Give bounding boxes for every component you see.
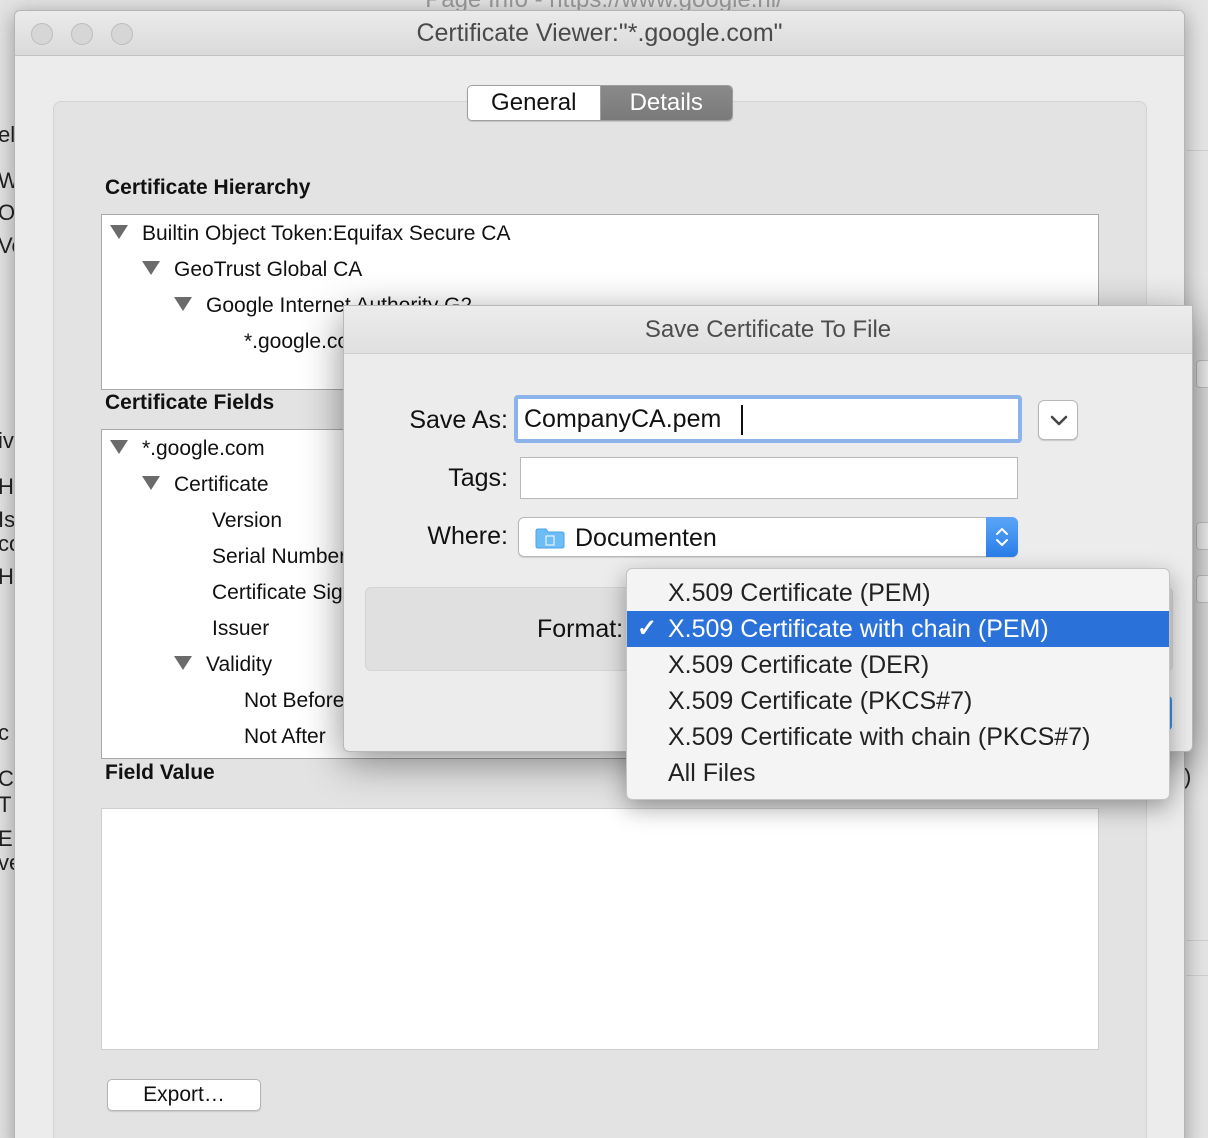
menu-item-all-files[interactable]: All Files xyxy=(627,755,1169,791)
background-text-fragment: ) xyxy=(1184,764,1192,789)
folder-icon xyxy=(535,528,565,549)
tags-input[interactable] xyxy=(520,457,1018,499)
background-text-fragment: O xyxy=(0,200,16,225)
dialog-title-bar: Save Certificate To File xyxy=(344,306,1192,354)
menu-item-pem[interactable]: X.509 Certificate (PEM) xyxy=(627,575,1169,611)
disclosure-triangle-icon[interactable] xyxy=(142,476,160,491)
up-down-arrows-icon xyxy=(996,528,1008,546)
menu-item-pkcs7[interactable]: X.509 Certificate (PKCS#7) xyxy=(627,683,1169,719)
background-divider xyxy=(1186,940,1208,941)
expand-dialog-button[interactable] xyxy=(1038,400,1078,440)
tab-details[interactable]: Details xyxy=(600,86,732,120)
tree-row[interactable]: Issuer xyxy=(212,614,269,644)
tree-row[interactable]: Not Before xyxy=(244,686,344,716)
disclosure-triangle-icon[interactable] xyxy=(110,440,128,455)
field-value-textarea[interactable] xyxy=(101,808,1099,1050)
disclosure-triangle-icon[interactable] xyxy=(142,261,160,276)
window-title: Certificate Viewer:"*.google.com" xyxy=(416,19,783,47)
field-value-label: Field Value xyxy=(105,761,215,784)
where-value: Documenten xyxy=(575,524,717,552)
menu-item-pkcs7-chain[interactable]: X.509 Certificate with chain (PKCS#7) xyxy=(627,719,1169,755)
save-as-input[interactable] xyxy=(514,395,1022,443)
background-text-fragment: Is xyxy=(0,507,16,532)
background-text-fragment: c xyxy=(0,720,9,745)
background-text-fragment: iv xyxy=(0,428,14,453)
menu-item-pem-chain[interactable]: ✓ X.509 Certificate with chain (PEM) xyxy=(627,611,1169,647)
background-field xyxy=(1196,575,1208,603)
tree-row[interactable]: Builtin Object Token:Equifax Secure CA xyxy=(110,219,510,249)
checkmark-icon: ✓ xyxy=(637,615,658,642)
popup-stepper xyxy=(986,517,1018,557)
tree-row[interactable]: Certificate xyxy=(142,470,269,500)
certificate-fields-label: Certificate Fields xyxy=(105,391,275,414)
dialog-title: Save Certificate To File xyxy=(644,316,892,343)
tab-bar: General Details xyxy=(467,85,733,121)
certificate-hierarchy-label: Certificate Hierarchy xyxy=(105,176,311,199)
title-bar: Certificate Viewer:"*.google.com" xyxy=(15,11,1184,56)
save-as-label: Save As: xyxy=(409,406,508,434)
background-text-fragment: T xyxy=(0,792,12,817)
format-dropdown-menu: X.509 Certificate (PEM) ✓ X.509 Certifica… xyxy=(626,568,1170,800)
export-button[interactable]: Export… xyxy=(107,1079,261,1111)
chevron-down-icon xyxy=(1050,415,1068,426)
tree-row[interactable]: GeoTrust Global CA xyxy=(142,255,362,285)
disclosure-triangle-icon[interactable] xyxy=(174,656,192,671)
tags-label: Tags: xyxy=(448,464,508,492)
background-text-fragment: el xyxy=(0,122,16,147)
format-label: Format: xyxy=(537,615,624,643)
background-divider xyxy=(1186,975,1208,976)
where-popup-button[interactable]: Documenten xyxy=(518,517,1018,557)
background-text-fragment: E xyxy=(0,826,13,851)
background-text-fragment: H xyxy=(0,474,14,499)
menu-item-der[interactable]: X.509 Certificate (DER) xyxy=(627,647,1169,683)
where-label: Where: xyxy=(427,522,508,550)
background-field xyxy=(1196,522,1208,550)
disclosure-triangle-icon[interactable] xyxy=(174,297,192,312)
tree-row[interactable]: Version xyxy=(212,506,282,536)
background-text-fragment: C xyxy=(0,766,14,791)
background-field xyxy=(1196,360,1208,388)
text-caret xyxy=(741,405,743,435)
tree-row[interactable]: *.google.com xyxy=(110,434,265,464)
tab-general[interactable]: General xyxy=(468,86,601,120)
tree-row[interactable]: Not After xyxy=(244,722,326,752)
disclosure-triangle-icon[interactable] xyxy=(110,225,128,240)
tree-row[interactable]: Validity xyxy=(174,650,272,680)
background-text-fragment: H xyxy=(0,564,14,589)
background-divider xyxy=(1186,150,1208,151)
